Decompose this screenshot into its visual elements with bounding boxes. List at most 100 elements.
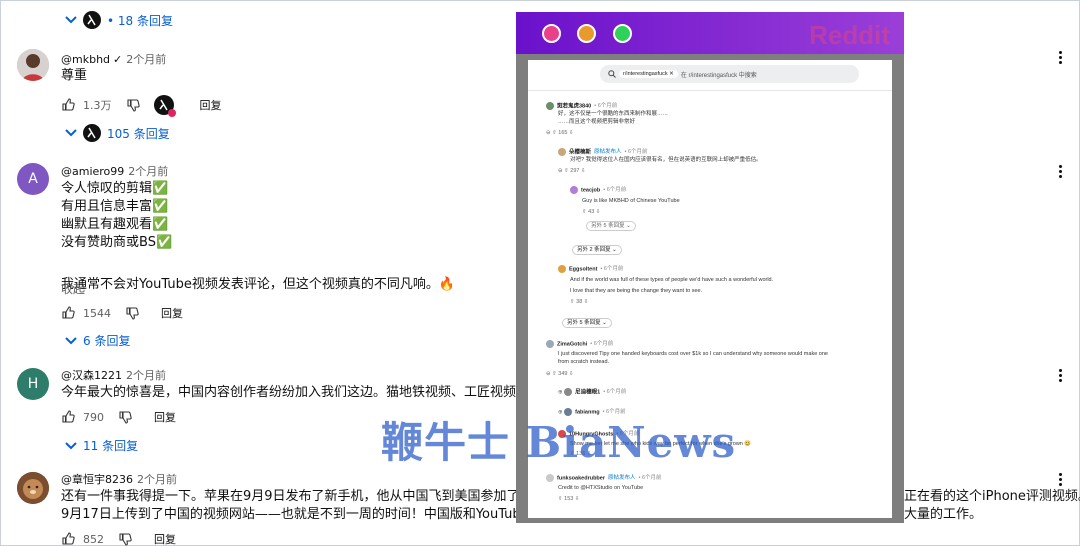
subreddit-chip[interactable]: r/interestingasfuck ✕ (619, 70, 678, 78)
comment-time[interactable]: 2个月前 (137, 471, 177, 487)
more-replies-button[interactable]: 另外 2 条回复 ⌄ (572, 245, 622, 255)
reply-button[interactable]: 回复 (161, 305, 183, 321)
reddit-votes: ⇧ 38 ⇩ (570, 299, 589, 306)
reddit-user[interactable]: Eggsoltent (569, 266, 597, 272)
reddit-user[interactable]: teacjob (581, 187, 600, 193)
like-icon[interactable] (61, 98, 75, 112)
comment-author[interactable]: @汉森1221 (61, 367, 122, 383)
replies-count: 11 条回复 (83, 439, 139, 453)
reddit-time: • 6个月前 (603, 389, 627, 396)
reddit-text: I love that they are being the change th… (570, 288, 703, 295)
search-input[interactable]: r/interestingasfuck ✕ 在 r/interestingasf… (600, 65, 859, 83)
reddit-comment: funksoakedrubber 原帖发布人 • 6个月前 Credit to @H… (546, 474, 662, 503)
dislike-icon[interactable] (125, 306, 139, 320)
reddit-votes: ⊖ ⇧ 349 ⇩ (546, 371, 574, 378)
avatar[interactable] (17, 472, 49, 504)
reddit-comment: 朵樱楠斯 原帖发布人 • 6个月前 对吧? 我觉得这位人在国内应该很有名，但在说英语… (558, 148, 762, 175)
like-count: 852 (83, 532, 104, 546)
comment-text: 令人惊叹的剪辑✅ 有用且信息丰富✅ 幽默且有趣观看✅ 没有赞助商或BS✅ 我通常… (61, 180, 455, 294)
vote-count: 153 (564, 496, 574, 503)
replies-toggle[interactable]: 11 条回复 (65, 437, 138, 454)
comment-actions: 1544 回复 (61, 305, 183, 321)
comment-line: 有用且信息丰富✅ (61, 199, 169, 214)
like-count: 1.3万 (83, 99, 112, 112)
more-actions-icon[interactable] (1059, 471, 1063, 488)
comment-text: 今年最大的惊喜是，中国内容创作者纷纷加入我们这边。猫地铁视频、工匠视频，现在是科… (61, 385, 595, 400)
reddit-text: from scratch instead. (558, 359, 610, 366)
avatar[interactable]: H (17, 368, 49, 400)
comment-header: @章恒宇8236 2个月前 (61, 471, 177, 487)
replies-count: • 18 条回复 (107, 13, 173, 28)
comment-author[interactable]: @章恒宇8236 (61, 471, 133, 487)
comment-header: @汉森1221 2个月前 (61, 367, 166, 383)
comment-author[interactable]: @amiero99 (61, 165, 124, 178)
reddit-votes: ⊖ ⇧ 297 ⇩ (558, 168, 586, 175)
comment-line (61, 252, 455, 276)
vote-count: 297 (570, 168, 580, 175)
creator-heart-icon (153, 95, 176, 117)
reddit-user[interactable]: funksoakedrubber (557, 475, 605, 481)
reddit-comment-collapsed[interactable]: ⊕ 尼迪穗眼1 • 6个月前 (558, 388, 626, 396)
reddit-time: • 6个月前 (638, 475, 662, 482)
reddit-user[interactable]: ZimaGotchi (557, 341, 587, 347)
reddit-avatar (546, 340, 554, 348)
divider (528, 90, 892, 91)
chevron-down-icon (65, 336, 77, 344)
comment-text-line2-end: 大量的工作。 (904, 507, 983, 522)
reply-button[interactable]: 回复 (154, 409, 176, 425)
comment-author[interactable]: @mkbhd (61, 53, 110, 66)
reddit-user[interactable]: 尼迪穗眼1 (575, 389, 600, 395)
comment-actions: 790 回复 (61, 409, 176, 425)
comment-header: @mkbhd ✓ 2个月前 (61, 51, 166, 67)
reply-button[interactable]: 回复 (200, 97, 222, 113)
minimize-dot-icon[interactable] (577, 24, 596, 43)
like-icon[interactable] (61, 532, 75, 546)
window-titlebar: Reddit (516, 12, 904, 54)
comment-actions: 852 回复 (61, 531, 176, 546)
comment-time[interactable]: 2个月前 (128, 163, 168, 179)
reply-button[interactable]: 回复 (154, 531, 176, 546)
comment-time[interactable]: 2个月前 (126, 51, 166, 67)
more-actions-icon[interactable] (1059, 163, 1063, 180)
reddit-comment: 斑若鬼虎3840 • 6个月前 好，这不仅是一个很酷的东西来制作和展…… ……而且… (546, 102, 668, 137)
maximize-dot-icon[interactable] (613, 24, 632, 43)
more-actions-icon[interactable] (1059, 49, 1063, 66)
reddit-user[interactable]: 斑若鬼虎3840 (557, 103, 591, 109)
reddit-comment: teacjob • 6个月前 Guy is like MKBHD of Chine… (570, 186, 680, 232)
comment-time[interactable]: 2个月前 (126, 367, 166, 383)
reddit-votes: ⇧ 153 ⇩ (558, 496, 580, 503)
reddit-avatar (546, 474, 554, 482)
more-replies-button[interactable]: 另外 5 条回复 ⌄ (562, 318, 612, 328)
chevron-down-icon (65, 129, 77, 137)
more-replies-label: 另外 5 条回复 (591, 223, 625, 230)
like-icon[interactable] (61, 410, 75, 424)
replies-toggle[interactable]: 6 条回复 (65, 332, 130, 349)
reddit-avatar (558, 265, 566, 273)
comment-text-line1-end: 正在看的这个iPhone评测视频。他于 (904, 489, 1080, 504)
replies-toggle[interactable]: • 18 条回复 (65, 11, 173, 29)
close-dot-icon[interactable] (542, 24, 561, 43)
comment-text: 尊重 (61, 68, 88, 83)
dislike-icon[interactable] (118, 410, 132, 424)
reddit-comment: Eggsoltent • 6个月前 And if the world was fu… (558, 265, 773, 306)
reddit-avatar (546, 102, 554, 110)
reddit-avatar (558, 148, 566, 156)
vote-count: 349 (558, 371, 568, 378)
dislike-icon[interactable] (118, 532, 132, 546)
reddit-avatar (570, 186, 578, 194)
replies-toggle[interactable]: 105 条回复 (65, 124, 170, 142)
like-icon[interactable] (61, 306, 75, 320)
reddit-text: Credit to @HTXStudio on YouTube (558, 485, 644, 492)
more-replies-button[interactable]: 另外 5 条回复 ⌄ (586, 221, 636, 232)
avatar[interactable] (17, 49, 49, 81)
more-actions-icon[interactable] (1059, 367, 1063, 384)
collapse-link[interactable]: 收起 (61, 280, 85, 297)
dislike-icon[interactable] (126, 98, 140, 112)
reddit-user[interactable]: 朵樱楠斯 (569, 149, 591, 155)
watermark: 鞭牛士 BiaNews (381, 418, 737, 467)
vote-count: 38 (576, 299, 583, 306)
creator-avatar (83, 11, 101, 29)
vote-count: 165 (558, 130, 568, 137)
avatar[interactable]: A (17, 163, 49, 195)
like-count: 790 (83, 410, 104, 424)
